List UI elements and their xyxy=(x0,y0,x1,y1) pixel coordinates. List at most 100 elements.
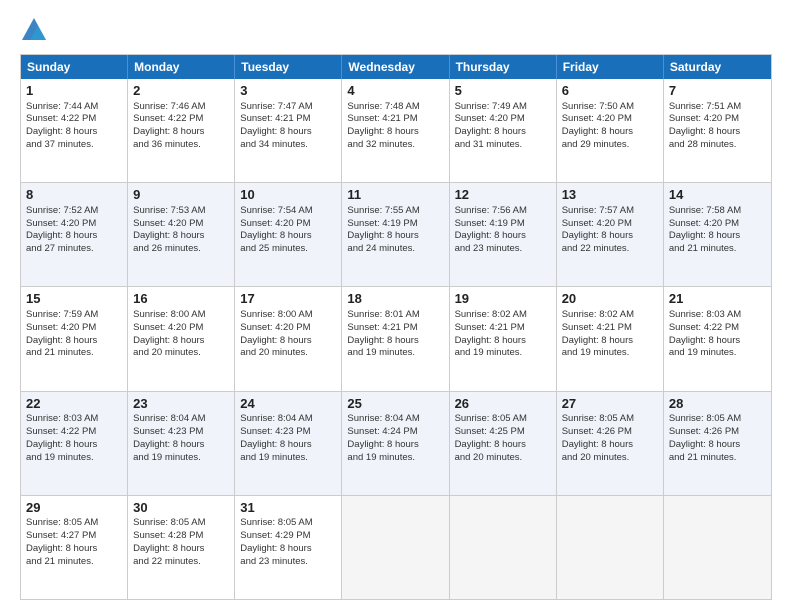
day-info-line: Sunrise: 8:03 AM xyxy=(26,413,122,426)
day-number: 6 xyxy=(562,82,658,100)
day-info-line: Daylight: 8 hours xyxy=(347,439,443,452)
day-info-line: Sunrise: 7:56 AM xyxy=(455,205,551,218)
day-info-line: Sunrise: 7:49 AM xyxy=(455,101,551,114)
day-info-line: Sunset: 4:19 PM xyxy=(455,218,551,231)
day-info-line: and 19 minutes. xyxy=(133,452,229,465)
day-info-line: Sunrise: 7:47 AM xyxy=(240,101,336,114)
day-info-line: Sunset: 4:22 PM xyxy=(133,113,229,126)
day-info-line: Daylight: 8 hours xyxy=(347,126,443,139)
day-number: 23 xyxy=(133,395,229,413)
day-info-line: Sunrise: 7:57 AM xyxy=(562,205,658,218)
day-info-line: Sunset: 4:20 PM xyxy=(562,113,658,126)
day-info-line: Daylight: 8 hours xyxy=(455,230,551,243)
day-info-line: Daylight: 8 hours xyxy=(240,126,336,139)
day-info-line: and 37 minutes. xyxy=(26,139,122,152)
day-info-line: Sunrise: 7:46 AM xyxy=(133,101,229,114)
day-info-line: Sunrise: 7:51 AM xyxy=(669,101,766,114)
day-cell-17: 17Sunrise: 8:00 AMSunset: 4:20 PMDayligh… xyxy=(235,287,342,390)
calendar-row-3: 15Sunrise: 7:59 AMSunset: 4:20 PMDayligh… xyxy=(21,287,771,391)
day-info-line: and 19 minutes. xyxy=(455,347,551,360)
day-cell-21: 21Sunrise: 8:03 AMSunset: 4:22 PMDayligh… xyxy=(664,287,771,390)
day-info-line: Daylight: 8 hours xyxy=(133,230,229,243)
day-cell-13: 13Sunrise: 7:57 AMSunset: 4:20 PMDayligh… xyxy=(557,183,664,286)
day-info-line: Daylight: 8 hours xyxy=(347,335,443,348)
day-info-line: Sunset: 4:21 PM xyxy=(455,322,551,335)
day-info-line: and 22 minutes. xyxy=(562,243,658,256)
day-number: 2 xyxy=(133,82,229,100)
day-info-line: Daylight: 8 hours xyxy=(133,543,229,556)
header-day-thursday: Thursday xyxy=(450,55,557,79)
day-info-line: Daylight: 8 hours xyxy=(562,230,658,243)
day-info-line: and 19 minutes. xyxy=(347,347,443,360)
day-info-line: Sunset: 4:21 PM xyxy=(347,322,443,335)
day-info-line: Sunrise: 8:04 AM xyxy=(347,413,443,426)
calendar-header: SundayMondayTuesdayWednesdayThursdayFrid… xyxy=(21,55,771,79)
day-info-line: Sunrise: 7:50 AM xyxy=(562,101,658,114)
day-info-line: Daylight: 8 hours xyxy=(133,439,229,452)
day-cell-14: 14Sunrise: 7:58 AMSunset: 4:20 PMDayligh… xyxy=(664,183,771,286)
calendar-row-5: 29Sunrise: 8:05 AMSunset: 4:27 PMDayligh… xyxy=(21,496,771,599)
day-number: 22 xyxy=(26,395,122,413)
day-info-line: Sunset: 4:20 PM xyxy=(133,322,229,335)
day-info-line: Sunrise: 8:02 AM xyxy=(455,309,551,322)
day-info-line: Sunrise: 8:05 AM xyxy=(26,517,122,530)
day-info-line: and 21 minutes. xyxy=(26,556,122,569)
day-info-line: Sunset: 4:21 PM xyxy=(347,113,443,126)
header-day-wednesday: Wednesday xyxy=(342,55,449,79)
day-info-line: Sunset: 4:20 PM xyxy=(26,322,122,335)
day-number: 13 xyxy=(562,186,658,204)
day-info-line: and 28 minutes. xyxy=(669,139,766,152)
day-info-line: and 19 minutes. xyxy=(347,452,443,465)
day-cell-26: 26Sunrise: 8:05 AMSunset: 4:25 PMDayligh… xyxy=(450,392,557,495)
day-info-line: Sunrise: 8:04 AM xyxy=(133,413,229,426)
day-info-line: Daylight: 8 hours xyxy=(669,335,766,348)
day-info-line: Sunrise: 7:54 AM xyxy=(240,205,336,218)
day-number: 7 xyxy=(669,82,766,100)
day-cell-29: 29Sunrise: 8:05 AMSunset: 4:27 PMDayligh… xyxy=(21,496,128,599)
day-info-line: Sunset: 4:20 PM xyxy=(669,113,766,126)
calendar-row-2: 8Sunrise: 7:52 AMSunset: 4:20 PMDaylight… xyxy=(21,183,771,287)
day-cell-24: 24Sunrise: 8:04 AMSunset: 4:23 PMDayligh… xyxy=(235,392,342,495)
day-info-line: Sunset: 4:20 PM xyxy=(562,218,658,231)
day-cell-11: 11Sunrise: 7:55 AMSunset: 4:19 PMDayligh… xyxy=(342,183,449,286)
day-cell-8: 8Sunrise: 7:52 AMSunset: 4:20 PMDaylight… xyxy=(21,183,128,286)
day-info-line: Sunset: 4:20 PM xyxy=(240,322,336,335)
day-number: 20 xyxy=(562,290,658,308)
empty-cell xyxy=(664,496,771,599)
day-info-line: and 20 minutes. xyxy=(455,452,551,465)
header-day-friday: Friday xyxy=(557,55,664,79)
day-info-line: Sunrise: 8:05 AM xyxy=(240,517,336,530)
empty-cell xyxy=(557,496,664,599)
day-info-line: Sunrise: 8:04 AM xyxy=(240,413,336,426)
day-info-line: Daylight: 8 hours xyxy=(669,439,766,452)
day-info-line: Daylight: 8 hours xyxy=(562,439,658,452)
day-info-line: and 19 minutes. xyxy=(669,347,766,360)
day-cell-31: 31Sunrise: 8:05 AMSunset: 4:29 PMDayligh… xyxy=(235,496,342,599)
day-info-line: Sunrise: 8:02 AM xyxy=(562,309,658,322)
calendar-row-1: 1Sunrise: 7:44 AMSunset: 4:22 PMDaylight… xyxy=(21,79,771,183)
day-info-line: Sunrise: 7:55 AM xyxy=(347,205,443,218)
day-cell-16: 16Sunrise: 8:00 AMSunset: 4:20 PMDayligh… xyxy=(128,287,235,390)
day-info-line: Sunset: 4:20 PM xyxy=(669,218,766,231)
day-info-line: and 36 minutes. xyxy=(133,139,229,152)
day-info-line: and 32 minutes. xyxy=(347,139,443,152)
day-info-line: Sunset: 4:23 PM xyxy=(240,426,336,439)
day-cell-1: 1Sunrise: 7:44 AMSunset: 4:22 PMDaylight… xyxy=(21,79,128,182)
day-info-line: Sunset: 4:22 PM xyxy=(26,113,122,126)
day-info-line: Daylight: 8 hours xyxy=(669,126,766,139)
day-number: 18 xyxy=(347,290,443,308)
day-number: 3 xyxy=(240,82,336,100)
day-info-line: Sunset: 4:26 PM xyxy=(669,426,766,439)
day-info-line: Sunrise: 7:53 AM xyxy=(133,205,229,218)
day-info-line: Sunrise: 8:03 AM xyxy=(669,309,766,322)
header xyxy=(20,16,772,44)
day-cell-28: 28Sunrise: 8:05 AMSunset: 4:26 PMDayligh… xyxy=(664,392,771,495)
day-info-line: Sunset: 4:23 PM xyxy=(133,426,229,439)
day-number: 31 xyxy=(240,499,336,517)
day-cell-12: 12Sunrise: 7:56 AMSunset: 4:19 PMDayligh… xyxy=(450,183,557,286)
logo-icon xyxy=(20,16,48,44)
day-info-line: Sunset: 4:20 PM xyxy=(26,218,122,231)
day-number: 25 xyxy=(347,395,443,413)
day-cell-22: 22Sunrise: 8:03 AMSunset: 4:22 PMDayligh… xyxy=(21,392,128,495)
header-day-saturday: Saturday xyxy=(664,55,771,79)
